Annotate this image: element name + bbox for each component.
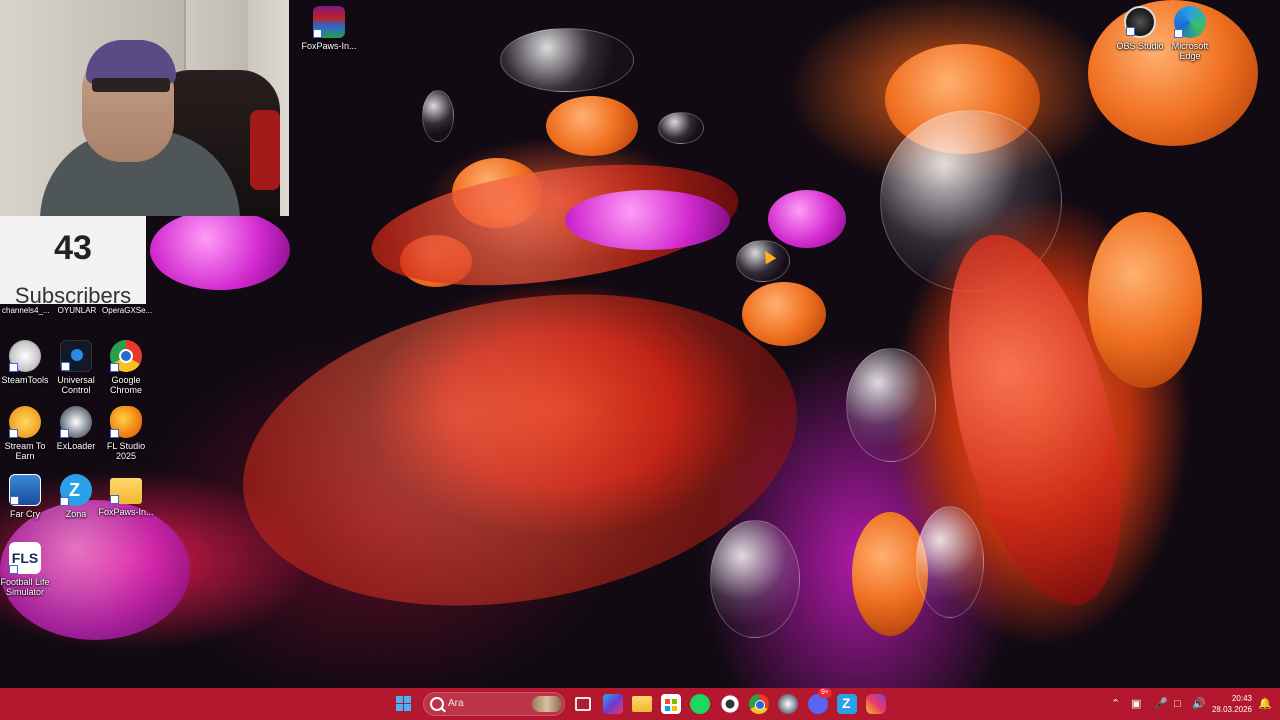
chevron-up-icon[interactable]: ⌃ [1111,697,1120,711]
discord-notification-badge: 9+ [818,688,832,698]
steam-tools-icon [9,340,41,372]
wallpaper-orange-blob [1088,212,1202,388]
microsoft-edge-icon [1174,6,1206,38]
wallpaper-glass-drop [916,506,984,618]
folder-icon [110,478,142,504]
taskbar-search-box[interactable]: Ara [423,692,565,716]
start-button[interactable] [394,694,414,714]
search-icon [430,697,444,711]
search-highlight-image [532,696,562,712]
settings-gear-icon[interactable] [720,694,740,714]
desktop-icon-fl-studio[interactable]: FL Studio 2025 [98,406,154,461]
desktop-icon-universal-control[interactable]: Universal Control [48,340,104,395]
windows-logo-icon [396,696,403,703]
desktop-icon-far-cry[interactable]: Far Cry [0,474,53,519]
discord-icon[interactable]: 9+ [808,688,832,714]
foxpaws-installer-icon [313,6,345,38]
football-life-simulator-icon: FLS [9,542,41,574]
widgets-icon[interactable] [603,694,623,714]
wallpaper-magenta-blob [768,190,846,248]
volume-icon[interactable]: 🔊 [1192,697,1206,711]
wallpaper-glass-drop [710,520,800,638]
desktop-icon-steam-tools[interactable]: SteamTools [0,340,53,385]
far-cry-icon [9,474,41,506]
google-chrome-icon [110,340,142,372]
desktop-icon-zona[interactable]: Z Zona [48,474,104,519]
task-view-icon[interactable] [575,697,591,711]
notification-bell-icon[interactable]: 🔔 [1258,697,1272,711]
desktop-icon-foxpaws-folder[interactable]: FoxPaws-In... [98,474,154,517]
wallpaper-glass-drop [658,112,704,144]
exloader-taskbar-icon[interactable] [778,694,798,714]
subscriber-count: 43 [54,229,92,267]
wallpaper-glass-drop [846,348,936,462]
wallpaper-magenta-blob [565,190,730,250]
wallpaper-orange-blob [546,96,638,156]
desktop-icon-exloader[interactable]: ExLoader [48,406,104,451]
desktop-icon-football-life-simulator[interactable]: FLS Football Life Simulator [0,542,53,597]
camera-off-icon[interactable]: ▣ [1131,697,1141,711]
desktop-icon-google-chrome[interactable]: Google Chrome [98,340,154,395]
universal-control-icon [60,340,92,372]
clock-date: 28.03.2026 [1211,705,1252,714]
stream-to-earn-icon [9,406,41,438]
zona-icon: Z [60,474,92,506]
fl-studio-icon [110,406,142,438]
chrome-taskbar-icon[interactable] [749,694,769,714]
taskbar-clock[interactable]: 20:43 28.03.2026 [1208,693,1252,715]
spotify-icon[interactable] [690,694,710,714]
obs-studio-icon [1124,6,1156,38]
clock-time: 20:43 [1231,694,1252,703]
network-icon[interactable]: □ [1174,697,1181,711]
exloader-icon [60,406,92,438]
microphone-icon[interactable]: 🎤 [1154,697,1168,711]
webcam-overlay [0,0,289,216]
desktop-icon-stream-to-earn[interactable]: Stream To Earn [0,406,53,461]
wallpaper-orange-blob [742,282,826,346]
wallpaper-glass-bubble [500,28,634,92]
wallpaper-glass-drop [422,90,454,142]
subscriber-label: Subscribers [14,283,132,308]
desktop-icon-foxpaws-installer[interactable]: FoxPaws-In... [301,6,357,51]
wallpaper-magenta-blob [150,210,290,290]
desktop-icon-microsoft-edge[interactable]: Microsoft Edge [1162,6,1218,61]
taskbar: Ara 9+ Z ⌃ ▣ 🎤 □ 🔊 20:43 28.03.2026 🔔 [0,688,1280,720]
search-placeholder: Ara [448,698,464,709]
microsoft-store-icon[interactable] [661,694,681,714]
subscriber-counter-widget: 43 Subscribers [0,216,146,308]
desktop-icon-obs-studio[interactable]: OBS Studio [1112,6,1168,51]
file-explorer-icon[interactable] [632,696,652,712]
zona-taskbar-icon[interactable]: Z [837,694,857,714]
instagram-icon[interactable] [866,694,886,714]
